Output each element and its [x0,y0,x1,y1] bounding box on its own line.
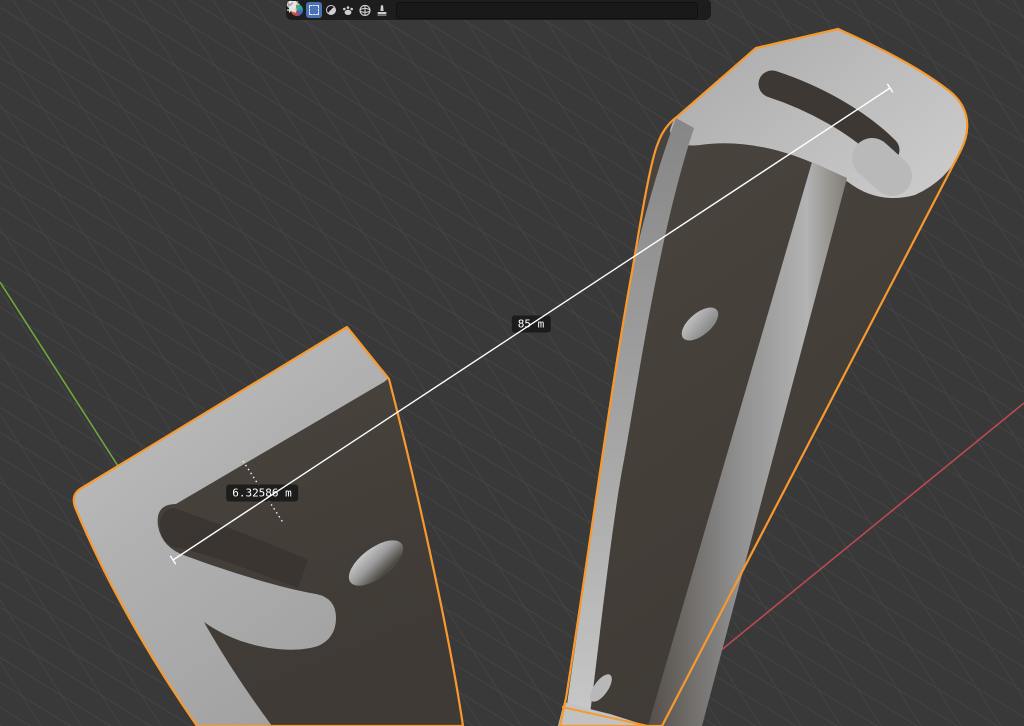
filter-button[interactable] [707,2,708,18]
search-field[interactable] [396,2,698,19]
half-sphere-tool-button[interactable] [323,2,339,18]
paw-tool-button[interactable] [340,2,356,18]
globe-tool-button[interactable] [357,2,373,18]
axis-y-line [0,282,118,466]
stamp-icon [375,3,389,17]
half-sphere-icon [326,5,336,15]
measure-label-85m[interactable]: 85 m [512,316,551,333]
blender-window: 85 m 6.32586 m [0,0,1024,726]
paw-icon [341,3,355,17]
globe-icon [358,3,372,17]
stamp-tool-button[interactable] [374,2,390,18]
search-input[interactable] [401,4,693,17]
viewport-3d[interactable] [0,0,1024,726]
box-select-icon [309,5,319,15]
object-bracket-left[interactable] [74,327,463,726]
bracket-right-slot-tab [872,158,892,176]
chevron-down-icon [286,0,294,8]
viewport-header-toolbar [286,0,711,20]
box-select-tool-button[interactable] [306,2,322,18]
display-mode-button[interactable] [705,2,706,18]
measure-label-632586m[interactable]: 6.32586 m [226,485,298,502]
